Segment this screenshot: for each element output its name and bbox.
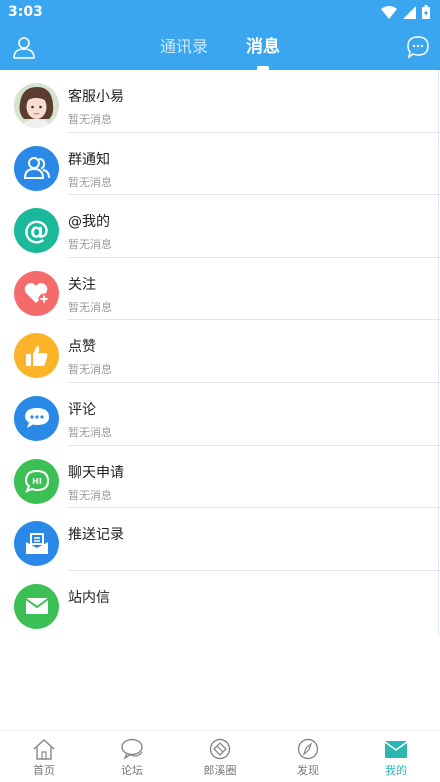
status-bar: 3:03 xyxy=(0,0,440,24)
push-record-icon xyxy=(14,521,59,567)
nav-home[interactable]: 首页 xyxy=(0,731,88,782)
item-subtitle: 暂无消息 xyxy=(68,113,112,126)
nav-forum[interactable]: 论坛 xyxy=(88,731,176,782)
item-subtitle: 暂无消息 xyxy=(68,363,112,377)
list-item-site-mail[interactable]: 站内信 xyxy=(0,571,440,634)
wifi-icon xyxy=(381,5,397,19)
group-icon xyxy=(14,145,59,191)
list-item-chat-request[interactable]: HI 聊天申请 暂无消息 xyxy=(0,446,440,509)
nav-label: 论坛 xyxy=(121,764,143,777)
chat-bubble-icon[interactable] xyxy=(406,35,430,59)
tab-contacts[interactable]: 通讯录 xyxy=(160,24,208,70)
thumbs-up-icon xyxy=(14,333,59,379)
item-subtitle: 暂无消息 xyxy=(68,175,112,189)
tab-messages[interactable]: 消息 xyxy=(246,24,280,70)
svg-text:HI: HI xyxy=(32,477,42,486)
status-icons xyxy=(381,5,430,19)
nav-circle[interactable]: 郎溪圈 xyxy=(176,731,264,782)
nav-label: 发现 xyxy=(297,764,319,777)
status-time: 3:03 xyxy=(8,4,43,20)
item-title: 站内信 xyxy=(68,589,110,606)
circle-icon xyxy=(209,738,231,760)
forum-icon xyxy=(121,738,143,760)
list-item-group-notice[interactable]: 群通知 暂无消息 xyxy=(0,133,440,196)
list-item-likes[interactable]: 点赞 暂无消息 xyxy=(0,320,440,383)
nav-mine[interactable]: 我的 xyxy=(352,731,440,782)
item-title: 关注 xyxy=(68,276,96,293)
nav-label: 我的 xyxy=(385,764,407,777)
customer-service-avatar xyxy=(14,83,59,128)
item-title: 推送记录 xyxy=(68,527,124,544)
item-title: 聊天申请 xyxy=(68,464,124,481)
item-title: @我的 xyxy=(68,214,110,231)
nav-discover[interactable]: 发现 xyxy=(264,731,352,782)
item-subtitle: 暂无消息 xyxy=(68,488,112,502)
item-title: 评论 xyxy=(68,401,96,418)
signal-icon xyxy=(403,5,416,19)
message-list: 客服小易 暂无消息 群通知 暂无消息 @ @我的 暂无消息 关注 暂无消息 点赞… xyxy=(0,70,440,636)
item-title: 点赞 xyxy=(68,339,96,356)
heart-plus-icon xyxy=(14,270,59,316)
item-subtitle: 暂无消息 xyxy=(68,300,112,314)
list-item-customer-service[interactable]: 客服小易 暂无消息 xyxy=(0,70,440,133)
mail-icon xyxy=(14,583,59,629)
battery-icon xyxy=(422,5,430,19)
header: 通讯录 消息 xyxy=(0,24,440,70)
at-icon: @ xyxy=(14,208,59,254)
item-subtitle: 暂无消息 xyxy=(68,425,112,439)
nav-label: 郎溪圈 xyxy=(203,764,237,777)
nav-label: 首页 xyxy=(33,764,55,777)
discover-icon xyxy=(297,738,319,760)
home-icon xyxy=(33,739,55,760)
item-subtitle: 暂无消息 xyxy=(68,238,112,252)
item-title: 群通知 xyxy=(68,151,110,168)
mine-icon xyxy=(384,741,408,758)
bottom-nav: 首页 论坛 郎溪圈 发现 我的 xyxy=(0,730,440,782)
item-title: 客服小易 xyxy=(68,89,124,105)
comment-icon xyxy=(14,395,59,441)
chat-request-icon: HI xyxy=(14,458,59,504)
list-item-comments[interactable]: 评论 暂无消息 xyxy=(0,383,440,446)
list-item-follow[interactable]: 关注 暂无消息 xyxy=(0,258,440,321)
list-item-mentions[interactable]: @ @我的 暂无消息 xyxy=(0,195,440,258)
list-item-push-record[interactable]: 推送记录 xyxy=(0,508,440,571)
header-tabs: 通讯录 消息 xyxy=(0,24,440,70)
